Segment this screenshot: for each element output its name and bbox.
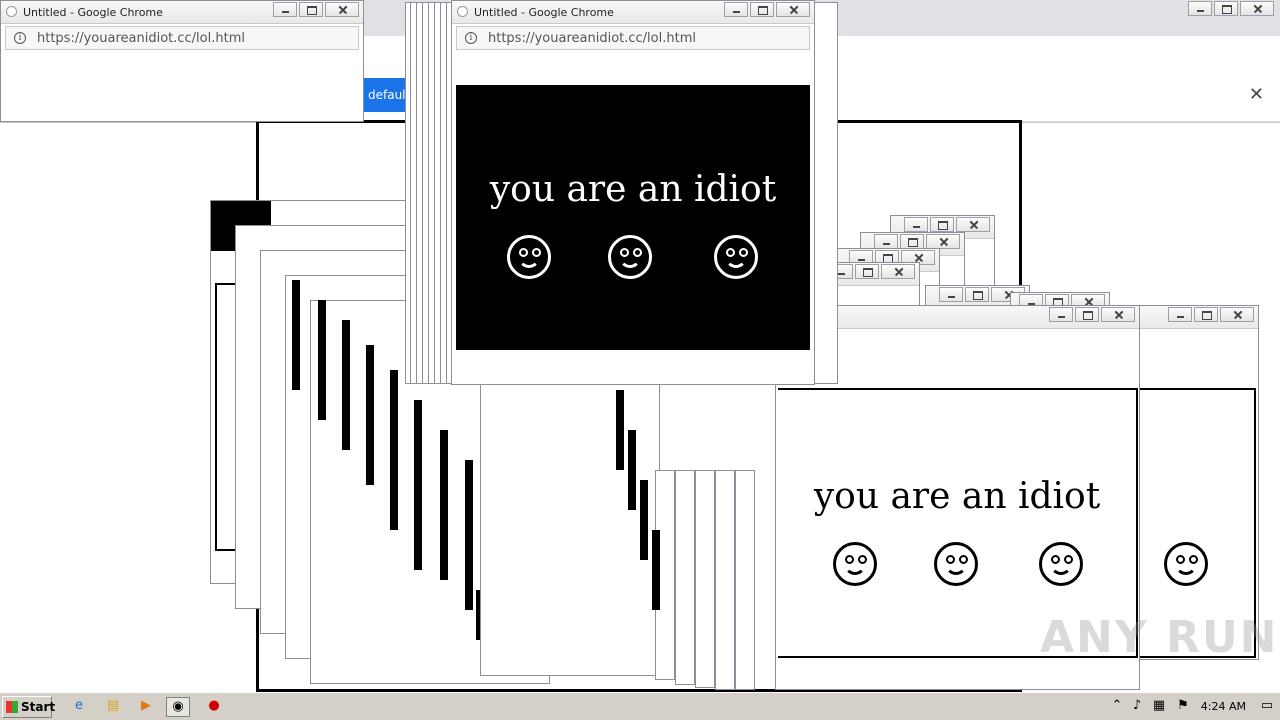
close-button[interactable]	[325, 2, 359, 17]
smiley-icon	[1039, 542, 1083, 586]
anyrun-watermark: ANY RUN	[1040, 612, 1279, 663]
close-button[interactable]	[1240, 1, 1274, 16]
minimize-button[interactable]	[273, 2, 297, 17]
info-icon[interactable]: i	[14, 32, 26, 44]
glitch-strip	[318, 300, 326, 420]
window-controls	[1188, 1, 1274, 16]
page-favicon-icon	[6, 6, 17, 17]
maximize-button[interactable]	[299, 2, 323, 17]
glitch-strip	[366, 345, 374, 485]
windows-logo-icon	[6, 701, 18, 713]
glitch-strip	[652, 530, 660, 610]
minimize-button[interactable]	[939, 287, 963, 302]
address-bar[interactable]: i https://youareanidiot.cc/lol.html	[5, 26, 359, 50]
popup-window-main: Untitled - Google Chrome i https://youar…	[451, 0, 815, 385]
glitch-strip	[440, 430, 448, 580]
network-icon[interactable]: ▦	[1150, 697, 1168, 715]
glitch-strip	[414, 400, 422, 570]
glitch-strip	[640, 480, 648, 560]
explorer-icon[interactable]: ▤	[104, 697, 122, 715]
maximize-button[interactable]	[965, 287, 989, 302]
popup-window-top-left: Untitled - Google Chrome i https://youar…	[0, 0, 364, 122]
maximize-button[interactable]	[750, 2, 774, 17]
idiot-message: you are an idiot	[489, 169, 777, 210]
smiley-icon	[1164, 542, 1208, 586]
close-button[interactable]	[926, 234, 960, 249]
glitch-strip	[342, 320, 350, 450]
clock: 4:24 AM	[1200, 700, 1246, 713]
maximize-button[interactable]	[855, 264, 879, 279]
minimize-button[interactable]	[1168, 307, 1192, 322]
maximize-button[interactable]	[900, 234, 924, 249]
window-title: Untitled - Google Chrome	[23, 6, 163, 19]
close-button[interactable]	[1101, 307, 1135, 322]
start-button[interactable]: Start	[2, 696, 56, 718]
smiley-icon	[714, 235, 758, 279]
popup-window	[1135, 305, 1259, 660]
glitch-strip	[628, 430, 636, 510]
default-button[interactable]: default	[364, 78, 410, 112]
idiot-message: you are an idiot	[813, 476, 1101, 517]
close-button[interactable]	[881, 264, 915, 279]
volume-icon[interactable]: ♪	[1128, 697, 1146, 715]
popup-window-glitched	[695, 470, 715, 688]
smiley-icon	[833, 542, 877, 586]
popup-window-glitched	[735, 470, 755, 690]
stop-icon[interactable]: ●	[205, 697, 223, 715]
media-player-icon[interactable]: ▶	[137, 697, 155, 715]
minimize-button[interactable]	[724, 2, 748, 17]
maximize-button[interactable]	[1194, 307, 1218, 322]
close-button[interactable]	[1220, 307, 1254, 322]
start-label: Start	[21, 700, 56, 714]
glitch-strip	[390, 370, 398, 530]
address-bar[interactable]: i https://youareanidiot.cc/lol.html	[456, 26, 810, 50]
minimize-button[interactable]	[874, 234, 898, 249]
popup-window-glitched	[715, 470, 735, 690]
minimize-button[interactable]	[1188, 1, 1212, 16]
chrome-icon[interactable]: ◉	[166, 697, 190, 717]
smiley-icon	[608, 235, 652, 279]
window-title: Untitled - Google Chrome	[474, 6, 614, 19]
smiley-icon	[507, 235, 551, 279]
close-button[interactable]	[956, 217, 990, 232]
show-hidden-icons[interactable]: ⌃	[1108, 697, 1126, 715]
info-icon[interactable]: i	[465, 32, 477, 44]
maximize-button[interactable]	[1075, 307, 1099, 322]
url-text: https://youareanidiot.cc/lol.html	[37, 31, 245, 46]
show-desktop-icon[interactable]: ▭	[1258, 697, 1276, 715]
popup-window-glitched	[675, 470, 695, 685]
maximize-button[interactable]	[930, 217, 954, 232]
maximize-button[interactable]	[1214, 1, 1238, 16]
page-favicon-icon	[457, 6, 468, 17]
minimize-button[interactable]	[1049, 307, 1073, 322]
infobar-close-icon[interactable]: ✕	[1249, 84, 1264, 105]
taskbar: Start e ▤ ▶ ◉ ● ⌃ ♪ ▦ ⚑ 4:24 AM ▭	[0, 692, 1280, 720]
glitch-strip	[616, 390, 624, 470]
close-button[interactable]	[776, 2, 810, 17]
action-center-flag-icon[interactable]: ⚑	[1174, 697, 1192, 715]
minimize-button[interactable]	[904, 217, 928, 232]
smiley-icon	[934, 542, 978, 586]
glitch-strip	[465, 460, 473, 610]
idiot-panel: you are an idiot	[456, 85, 810, 350]
ie-icon[interactable]: e	[70, 697, 88, 715]
glitch-strip	[292, 280, 300, 390]
popup-window-glitched	[480, 380, 660, 676]
url-text: https://youareanidiot.cc/lol.html	[488, 31, 696, 46]
